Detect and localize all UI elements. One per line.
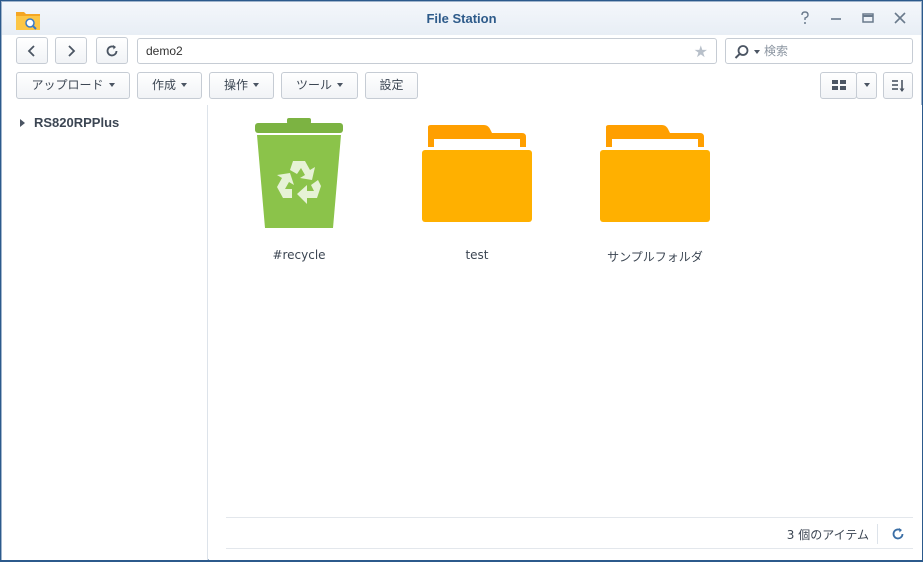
- chevron-down-icon: [253, 82, 259, 87]
- file-item-test[interactable]: test: [407, 125, 547, 262]
- back-button[interactable]: [16, 37, 48, 64]
- sidebar-item-rs820rpplus[interactable]: RS820RPPlus: [20, 115, 119, 130]
- folder-tree-sidebar: RS820RPPlus: [2, 105, 208, 560]
- forward-button[interactable]: [55, 37, 87, 64]
- expand-arrow-icon[interactable]: [20, 118, 25, 127]
- sort-icon: [892, 80, 905, 92]
- refresh-button[interactable]: [96, 37, 128, 64]
- sidebar-item-label: RS820RPPlus: [34, 115, 120, 130]
- search-box[interactable]: [725, 38, 913, 64]
- view-mode-dropdown[interactable]: [856, 72, 877, 99]
- chevron-down-icon: [337, 82, 343, 87]
- file-name: #recycle: [272, 248, 326, 262]
- help-icon[interactable]: [797, 10, 813, 26]
- action-label: 操作: [223, 78, 248, 92]
- action-button[interactable]: 操作: [209, 72, 274, 99]
- grid-view-icon: [831, 80, 846, 90]
- search-options-chevron-down-icon[interactable]: [754, 50, 760, 54]
- maximize-icon[interactable]: [860, 10, 876, 26]
- minimize-icon[interactable]: [828, 10, 844, 26]
- tools-label: ツール: [295, 78, 332, 92]
- tools-button[interactable]: ツール: [281, 72, 358, 99]
- view-mode-button[interactable]: [820, 72, 857, 99]
- title-bar: File Station: [2, 2, 921, 35]
- refresh-icon: [106, 45, 118, 57]
- file-name: サンプルフォルダ: [607, 250, 703, 264]
- settings-button[interactable]: 設定: [365, 72, 418, 99]
- settings-label: 設定: [379, 78, 404, 92]
- file-station-window: File Station demo2 ★ アップロ: [1, 1, 922, 560]
- status-bar: 3 個のアイテム: [226, 517, 913, 549]
- file-item-sample-folder[interactable]: サンプルフォルダ: [585, 125, 725, 265]
- chevron-down-icon: [181, 82, 187, 87]
- item-count: 3 個のアイテム: [786, 528, 869, 542]
- chevron-right-icon: [68, 45, 76, 57]
- refresh-icon[interactable]: [891, 526, 905, 545]
- search-icon[interactable]: [734, 44, 750, 64]
- folder-icon: [600, 125, 710, 222]
- path-text: demo2: [146, 44, 183, 58]
- upload-button[interactable]: アップロード: [16, 72, 130, 99]
- path-bar[interactable]: demo2 ★: [137, 38, 717, 64]
- search-input[interactable]: [764, 42, 904, 60]
- file-item-recycle[interactable]: #recycle: [229, 118, 369, 262]
- chevron-down-icon: [108, 82, 115, 87]
- create-label: 作成: [151, 78, 176, 92]
- sort-button[interactable]: [883, 72, 913, 99]
- create-button[interactable]: 作成: [137, 72, 202, 99]
- star-icon[interactable]: ★: [694, 42, 708, 61]
- close-icon[interactable]: [892, 10, 908, 26]
- status-divider: [877, 524, 878, 544]
- folder-icon: [422, 125, 532, 222]
- window-title: File Station: [426, 11, 497, 26]
- chevron-down-icon: [863, 82, 870, 87]
- chevron-left-icon: [27, 45, 35, 57]
- upload-label: アップロード: [31, 78, 104, 92]
- recycle-bin-icon: [255, 118, 343, 228]
- file-name: test: [465, 248, 489, 262]
- file-list-area: #recycle test サンプルフォルダ: [209, 105, 922, 560]
